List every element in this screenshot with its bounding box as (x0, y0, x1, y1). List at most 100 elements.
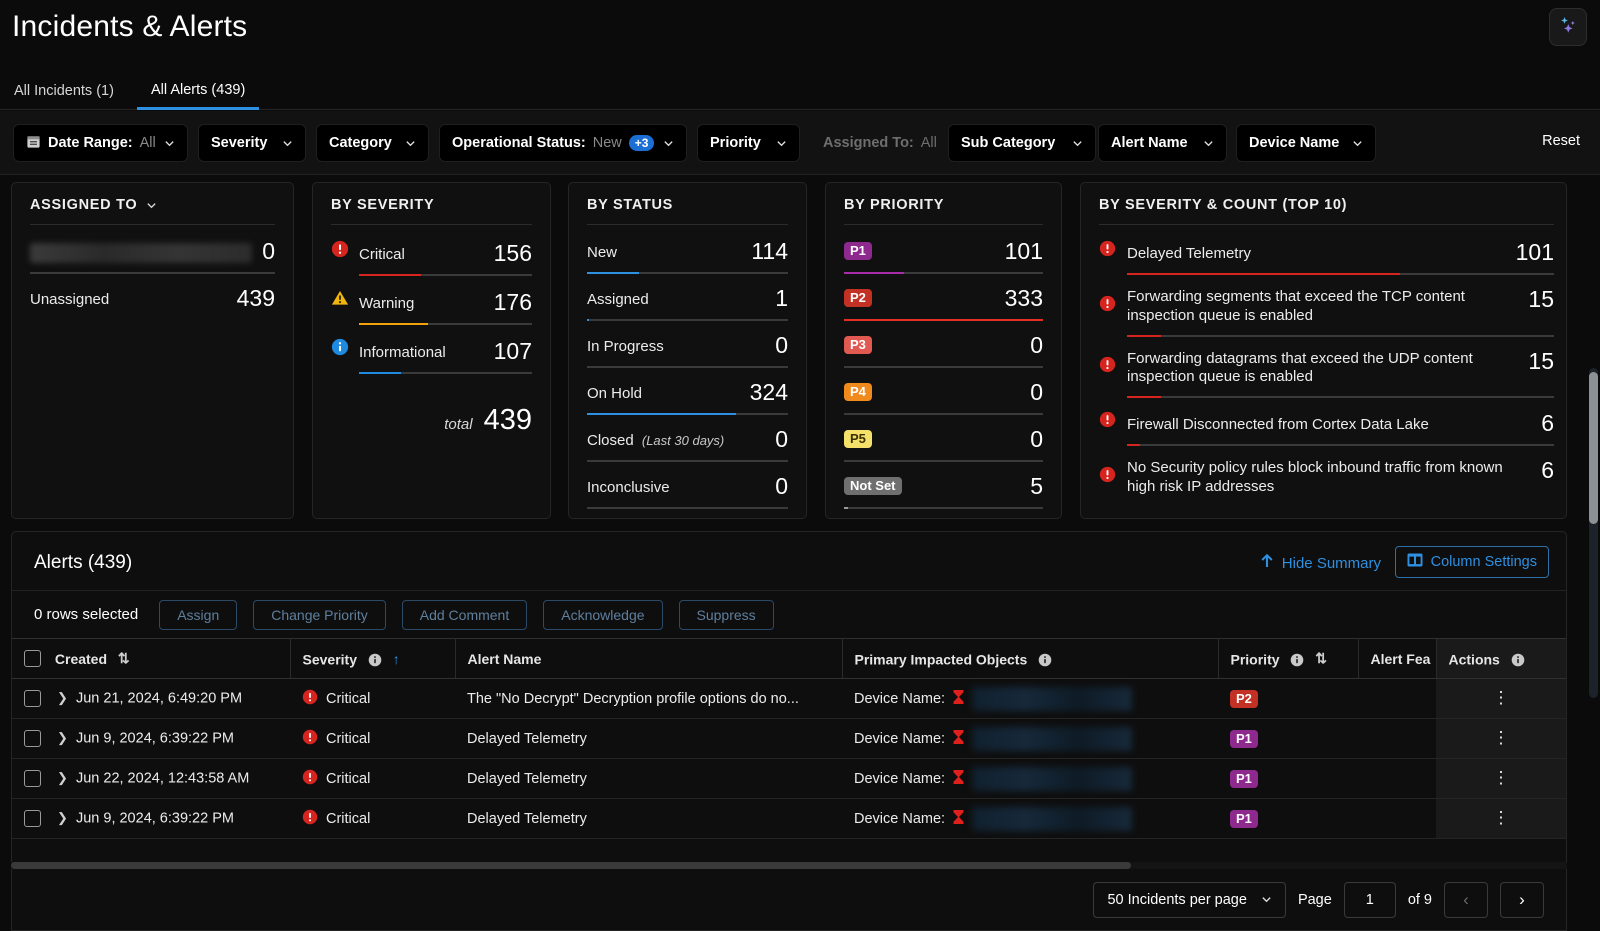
assigned-to-row-unassigned[interactable]: Unassigned 439 (30, 274, 275, 310)
info-icon[interactable] (368, 651, 386, 667)
suppress-button[interactable]: Suppress (679, 600, 774, 630)
priority-row-p4[interactable]: P4 0 (844, 368, 1043, 415)
status-row-inconclusive[interactable]: Inconclusive 0 (587, 462, 788, 509)
reset-filters-button[interactable]: Reset (1542, 133, 1580, 149)
row-actions-menu-icon[interactable]: ⋮ (1493, 808, 1510, 827)
row-checkbox[interactable] (24, 770, 41, 787)
table-hscrollbar-thumb[interactable] (11, 862, 1131, 869)
sev-count-row-1[interactable]: Delayed Telemetry 101 (1099, 227, 1554, 275)
page-number-input[interactable] (1344, 882, 1396, 918)
chevron-right-icon[interactable]: ❯ (57, 730, 68, 745)
ai-assistant-button[interactable] (1549, 8, 1587, 46)
row-checkbox[interactable] (24, 730, 41, 747)
column-actions-label: Actions (1449, 651, 1500, 667)
redacted-device-name (972, 727, 1132, 751)
hide-summary-button[interactable]: Hide Summary (1260, 554, 1381, 573)
status-row-closed[interactable]: Closed (Last 30 days) 0 (587, 415, 788, 462)
filter-device-name[interactable]: Device Name (1236, 124, 1376, 162)
previous-page-button[interactable]: ‹ (1444, 882, 1488, 918)
status-in-progress-value: 0 (775, 334, 788, 357)
severity-row-informational[interactable]: Informational 107 (331, 325, 532, 374)
status-row-assigned[interactable]: Assigned 1 (587, 274, 788, 321)
cell-actions: ⋮ (1436, 679, 1566, 719)
priority-row-p5[interactable]: P5 0 (844, 415, 1043, 462)
tab-all-incidents[interactable]: All Incidents (1) (0, 72, 128, 110)
row-actions-menu-icon[interactable]: ⋮ (1493, 688, 1510, 707)
cell-priority: P1 (1218, 759, 1358, 799)
sort-asc-icon[interactable]: ↑ (393, 651, 400, 667)
row-checkbox[interactable] (24, 810, 41, 827)
priority-row-p3[interactable]: P3 0 (844, 321, 1043, 368)
next-page-button[interactable]: › (1500, 882, 1544, 918)
status-row-in-progress[interactable]: In Progress 0 (587, 321, 788, 368)
sev-count-value-2: 15 (1528, 288, 1554, 311)
select-all-checkbox[interactable] (24, 650, 41, 667)
severity-row-warning[interactable]: Warning 176 (331, 276, 532, 325)
table-row[interactable]: ❯ Jun 22, 2024, 12:43:58 AM Critical Del… (12, 759, 1566, 799)
assign-button[interactable]: Assign (159, 600, 237, 630)
chevron-right-icon[interactable]: ❯ (57, 810, 68, 825)
table-row[interactable]: ❯ Jun 21, 2024, 6:49:20 PM Critical The … (12, 679, 1566, 719)
status-row-on-hold[interactable]: On Hold 324 (587, 368, 788, 415)
chevron-right-icon[interactable]: ❯ (57, 770, 68, 785)
tab-all-alerts[interactable]: All Alerts (439) (137, 72, 259, 110)
filter-operational-status[interactable]: Operational Status: New +3 (439, 124, 687, 162)
chevron-right-icon[interactable]: ❯ (57, 690, 68, 705)
status-closed-label: Closed (Last 30 days) (587, 432, 765, 451)
chevron-down-icon (663, 138, 674, 149)
acknowledge-button[interactable]: Acknowledge (543, 600, 662, 630)
status-row-new[interactable]: New 114 (587, 227, 788, 274)
row-checkbox[interactable] (24, 690, 41, 707)
sev-count-row-2[interactable]: Forwarding segments that exceed the TCP … (1099, 275, 1554, 337)
cell-created: ❯ Jun 21, 2024, 6:49:20 PM (12, 679, 290, 719)
cell-alert-name[interactable]: Delayed Telemetry (455, 759, 842, 799)
row-actions-menu-icon[interactable]: ⋮ (1493, 728, 1510, 747)
info-icon[interactable] (1511, 651, 1525, 667)
priority-row-p2[interactable]: P2 333 (844, 274, 1043, 321)
column-priority[interactable]: Priority ⇅ (1218, 639, 1358, 679)
column-created[interactable]: Created ⇅ (12, 639, 290, 679)
sev-count-row-4[interactable]: Firewall Disconnected from Cortex Data L… (1099, 398, 1554, 446)
column-alert-name[interactable]: Alert Name (455, 639, 842, 679)
filter-priority[interactable]: Priority (697, 124, 800, 162)
filter-severity[interactable]: Severity (198, 124, 306, 162)
card-by-severity-count: BY SEVERITY & COUNT (TOP 10) Delayed Tel… (1080, 182, 1567, 519)
status-inconclusive-bar (587, 507, 788, 509)
column-primary-impacted-objects[interactable]: Primary Impacted Objects (842, 639, 1218, 679)
severity-row-critical[interactable]: Critical 156 (331, 227, 532, 276)
rows-per-page-select[interactable]: 50 Incidents per page (1093, 882, 1285, 918)
priority-badge: P1 (1230, 730, 1258, 748)
table-row[interactable]: ❯ Jun 9, 2024, 6:39:22 PM Critical Delay… (12, 719, 1566, 759)
sort-icon[interactable]: ⇅ (1315, 650, 1327, 666)
filter-date-range[interactable]: Date Range: All (13, 124, 188, 162)
info-icon[interactable] (1290, 651, 1308, 667)
sev-count-row-5[interactable]: No Security policy rules block inbound t… (1099, 446, 1554, 497)
assigned-to-row-redacted[interactable]: 0 (30, 227, 275, 274)
change-priority-button[interactable]: Change Priority (253, 600, 386, 630)
priority-row-not-set[interactable]: Not Set 5 (844, 462, 1043, 509)
filter-operational-status-label: Operational Status: (452, 135, 586, 151)
priority-row-p1[interactable]: P1 101 (844, 227, 1043, 274)
cell-alert-name[interactable]: Delayed Telemetry (455, 799, 842, 839)
info-icon[interactable] (1038, 651, 1052, 667)
table-row[interactable]: ❯ Jun 9, 2024, 6:39:22 PM Critical Delay… (12, 799, 1566, 839)
sort-icon[interactable]: ⇅ (118, 650, 130, 666)
filter-alert-name[interactable]: Alert Name (1098, 124, 1227, 162)
cell-alert-feature (1358, 719, 1436, 759)
cell-primary-impacted-objects: Device Name: (842, 799, 1218, 839)
column-settings-button[interactable]: Column Settings (1395, 546, 1549, 578)
add-comment-button[interactable]: Add Comment (402, 600, 527, 630)
sev-count-row-3[interactable]: Forwarding datagrams that exceed the UDP… (1099, 337, 1554, 399)
summary-scrollbar-thumb[interactable] (1589, 372, 1598, 524)
cell-alert-name[interactable]: Delayed Telemetry (455, 719, 842, 759)
redacted-user-name (30, 243, 252, 263)
column-alert-feature[interactable]: Alert Fea (1358, 639, 1436, 679)
filter-sub-category[interactable]: Sub Category (948, 124, 1096, 162)
filter-category[interactable]: Category (316, 124, 429, 162)
cell-alert-name[interactable]: The "No Decrypt" Decryption profile opti… (455, 679, 842, 719)
column-severity[interactable]: Severity ↑ (290, 639, 455, 679)
sev-count-value-3: 15 (1528, 350, 1554, 373)
filter-assigned-to[interactable]: Assigned To: All (810, 124, 942, 162)
row-actions-menu-icon[interactable]: ⋮ (1493, 768, 1510, 787)
card-assigned-to-title[interactable]: ASSIGNED TO (30, 197, 275, 225)
